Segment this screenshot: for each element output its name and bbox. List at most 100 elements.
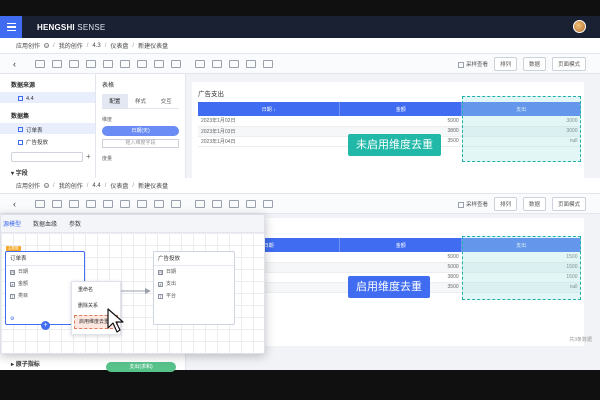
add-icon[interactable]: +	[86, 152, 91, 161]
table-icon[interactable]	[86, 59, 96, 68]
sample-view-checkbox[interactable]: 采样查看	[457, 200, 488, 208]
tab-params[interactable]: 参数	[69, 219, 81, 228]
chart-icon[interactable]	[52, 199, 62, 208]
column-header[interactable]: 日期 ↓	[198, 102, 341, 116]
tab-config[interactable]: 配置	[102, 94, 128, 108]
table-icon[interactable]	[86, 199, 96, 208]
highlight-box	[462, 96, 581, 162]
text-icon[interactable]	[69, 199, 79, 208]
page-mode-button[interactable]: 页面模式	[551, 57, 586, 71]
measure-pill[interactable]: 支出(求和)	[106, 362, 176, 372]
chart-icon[interactable]	[52, 59, 62, 68]
breadcrumb-item[interactable]: 4.3	[92, 43, 100, 49]
field-search-input[interactable]	[11, 152, 83, 162]
data-button[interactable]: 数据	[522, 57, 546, 71]
data-source-panel: 数据来源 4.4 数据集 订单表 广告投放 + ▾ 字段	[0, 74, 96, 180]
filter-icon[interactable]	[35, 199, 45, 208]
breadcrumb-item[interactable]: 4.4	[92, 183, 100, 189]
breadcrumb-item[interactable]: 我的创作	[59, 41, 83, 50]
model-canvas[interactable]: 主数据 订单表 日日期 # 金额 T 类目 ⚙ + 广告投放 日日期 # 支出 T 平台…	[1, 233, 264, 353]
settings-icon[interactable]: ⚙	[10, 316, 14, 322]
filter-icon[interactable]	[35, 59, 45, 68]
grid-icon[interactable]	[103, 59, 113, 68]
layers-icon[interactable]	[154, 199, 164, 208]
brand-logo: HENGSHI SENSE	[37, 22, 106, 32]
dataset-item[interactable]: 订单表	[0, 123, 95, 134]
refresh-icon[interactable]	[212, 59, 222, 68]
layout-icon[interactable]	[137, 199, 147, 208]
image-icon[interactable]	[120, 199, 130, 208]
fullscreen-icon[interactable]	[229, 59, 239, 68]
dataset-node[interactable]: 广告投放 日日期 # 支出 T 平台	[153, 251, 235, 325]
menu-icon[interactable]	[0, 16, 22, 38]
field-row[interactable]: 日日期	[6, 266, 84, 278]
chart-card[interactable]: 广告支出 日期 ↓ 金额 支出 2023年1月02日 5000 3000 2023年…	[192, 82, 584, 182]
dimension-pill[interactable]: 日期(天)	[102, 126, 179, 136]
add-node-icon[interactable]: +	[41, 321, 50, 330]
sort-button[interactable]: 排列	[493, 197, 517, 211]
back-icon[interactable]: ‹	[13, 199, 21, 208]
breadcrumb-item[interactable]: 我的创作	[59, 181, 83, 190]
text-icon[interactable]	[69, 59, 79, 68]
primary-badge: 主数据	[6, 246, 21, 251]
refresh-icon[interactable]	[212, 199, 222, 208]
breadcrumb-item[interactable]: 应用创作	[16, 41, 40, 50]
tab-interaction[interactable]: 交互	[153, 94, 179, 108]
page-mode-button[interactable]: 页面模式	[551, 197, 586, 211]
dimension-dropzone[interactable]: 拖入维度字段	[102, 139, 179, 148]
breadcrumb-item[interactable]: 应用创作	[16, 181, 40, 190]
field-row[interactable]: 日日期	[154, 266, 234, 278]
config-tabs: 配置 样式 交互	[102, 94, 179, 109]
screenshot-frame: HENGSHI SENSE 应用创作 v / 我的创作 / 4.3 / 仪表盘 …	[0, 0, 600, 400]
table-icon	[18, 127, 23, 132]
breadcrumb-item[interactable]: 仪表盘	[110, 41, 128, 50]
breadcrumb-item[interactable]: 仪表盘	[110, 181, 128, 190]
tv-icon[interactable]	[171, 59, 181, 68]
column-header[interactable]: 金额	[339, 238, 463, 252]
fullscreen-icon[interactable]	[229, 199, 239, 208]
sort-button[interactable]: 排列	[493, 57, 517, 71]
layers-icon[interactable]	[154, 59, 164, 68]
share-icon[interactable]	[246, 59, 256, 68]
menu-item-rename[interactable]: 重命名	[72, 282, 120, 298]
tv-icon[interactable]	[171, 199, 181, 208]
database-icon	[18, 96, 23, 101]
dataset-item[interactable]: 广告投放	[0, 134, 95, 146]
field-row[interactable]: # 支出	[154, 278, 234, 290]
dedup-off-badge: 未启用维度去重	[348, 134, 441, 156]
chart-config-panel: 表格 配置 样式 交互 维度 日期(天) 拖入维度字段 度量	[96, 74, 186, 180]
avatar[interactable]	[573, 20, 586, 33]
dedup-on-badge: 启用维度去重	[348, 276, 430, 298]
node-title: 订单表	[6, 252, 84, 266]
chart-type-title: 表格	[102, 83, 115, 89]
tab-source-model[interactable]: 源模型	[3, 219, 21, 228]
measure-label: 度量	[102, 156, 113, 162]
grid-icon[interactable]	[103, 199, 113, 208]
chevron-down-icon[interactable]: v	[44, 43, 50, 48]
atomic-metric-header[interactable]: ▸ 原子指标	[11, 359, 40, 368]
toolbar: ‹ 采样查看 排列 数据 页面模式	[0, 194, 600, 214]
back-icon[interactable]: ‹	[13, 59, 21, 68]
share-icon[interactable]	[246, 199, 256, 208]
dimension-label: 维度	[102, 117, 113, 123]
node-title: 广告投放	[154, 252, 234, 266]
layout-icon[interactable]	[137, 59, 147, 68]
tab-style[interactable]: 样式	[128, 94, 154, 108]
table-icon	[18, 139, 23, 145]
export-icon[interactable]	[195, 199, 205, 208]
image-icon[interactable]	[120, 59, 130, 68]
mouse-cursor-icon	[107, 308, 124, 333]
field-row[interactable]: T 平台	[154, 290, 234, 302]
dashboard-canvas: 广告支出 日期 ↓ 金额 支出 2023年1月02日 5000 3000 2023年…	[186, 74, 600, 182]
more-icon[interactable]	[263, 59, 273, 68]
section-title: 数据来源	[11, 83, 36, 89]
sample-view-checkbox[interactable]: 采样查看	[457, 60, 488, 68]
column-header[interactable]: 金额	[339, 102, 463, 116]
more-icon[interactable]	[263, 199, 273, 208]
fields-header[interactable]: ▾ 字段	[11, 168, 28, 177]
source-item[interactable]: 4.4	[0, 92, 95, 103]
chevron-down-icon[interactable]: v	[44, 183, 50, 188]
tab-lineage[interactable]: 数据血缘	[33, 219, 57, 228]
export-icon[interactable]	[195, 59, 205, 68]
data-button[interactable]: 数据	[522, 197, 546, 211]
